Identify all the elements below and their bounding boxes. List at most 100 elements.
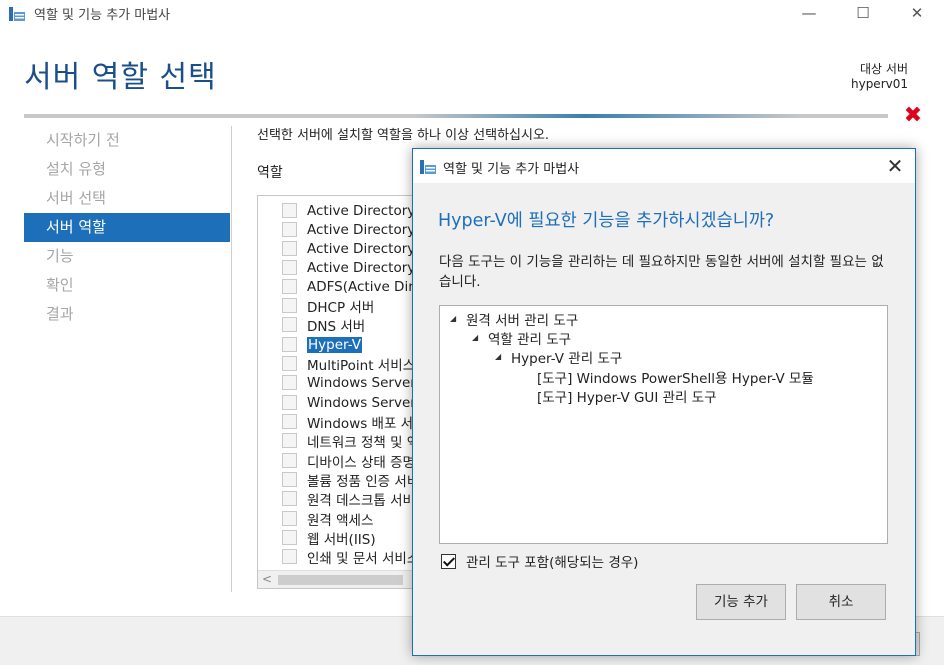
role-checkbox[interactable]	[282, 375, 297, 390]
role-checkbox[interactable]	[282, 260, 297, 275]
features-tree[interactable]: ◢ 원격 서버 관리 도구 ◢ 역할 관리 도구 ◢ Hyper-V 관리 도구 [도…	[439, 305, 888, 544]
add-features-button[interactable]: 기능 추가	[696, 584, 786, 620]
role-checkbox[interactable]	[282, 511, 297, 526]
role-label: Active Directory Domain Services	[307, 221, 416, 238]
nav-item-results[interactable]: 결과	[24, 300, 230, 329]
wizard-steps-nav: 시작하기 전 설치 유형 서버 선택 서버 역할 기능 확인 결과	[24, 126, 230, 329]
dialog-heading: Hyper-V에 필요한 기능을 추가하시겠습니까?	[438, 211, 775, 231]
role-checkbox[interactable]	[282, 549, 297, 564]
window-close-button[interactable]: ✕	[894, 0, 940, 28]
role-item[interactable]: Active Directory Domain Services	[282, 220, 416, 239]
expanded-arrow-icon[interactable]: ◢	[472, 333, 488, 342]
role-checkbox[interactable]	[282, 453, 297, 468]
role-item[interactable]: DHCP 서버	[282, 296, 375, 316]
role-label: Active Directory Certificate Services	[307, 202, 416, 219]
role-checkbox[interactable]	[282, 241, 297, 256]
tree-item-label: Hyper-V 관리 도구	[511, 350, 623, 367]
maximize-button[interactable]: ☐	[840, 0, 886, 28]
role-label: ADFS(Active Directory Rights Management …	[307, 278, 416, 295]
include-management-tools-option[interactable]: 관리 도구 포함(해당되는 경우)	[441, 551, 638, 571]
horizontal-scrollbar[interactable]: <	[258, 570, 416, 588]
tree-item-label: 역할 관리 도구	[488, 331, 572, 348]
role-item[interactable]: 원격 데스크톱 서비스	[282, 489, 417, 509]
role-label: DNS 서버	[307, 318, 366, 335]
nav-item-features[interactable]: 기능	[24, 242, 230, 271]
role-label: 네트워크 정책 및 액세스 서비스	[307, 434, 416, 451]
tree-item-hyper-v-powershell-module[interactable]: [도구] Windows PowerShell용 Hyper-V 모듈	[537, 367, 814, 387]
role-label: Windows 배포 서비스	[307, 415, 416, 432]
dialog-title: 역할 및 기능 추가 마법사	[443, 162, 580, 177]
expanded-arrow-icon[interactable]: ◢	[495, 352, 511, 361]
role-label: 원격 데스크톱 서비스	[307, 492, 417, 509]
role-label-selected: Hyper-V	[307, 336, 363, 353]
role-item[interactable]: Active Directory Lightweight Directory S…	[282, 258, 416, 277]
role-item[interactable]: 네트워크 정책 및 액세스 서비스	[282, 431, 416, 451]
role-item[interactable]: 볼륨 정품 인증 서비스	[282, 470, 416, 490]
role-label: DHCP 서버	[307, 299, 375, 316]
role-item[interactable]: 웹 서버(IIS)	[282, 528, 376, 548]
role-item[interactable]: Windows 배포 서비스	[282, 412, 416, 432]
role-checkbox[interactable]	[282, 530, 297, 545]
minimize-button[interactable]: —	[786, 0, 832, 28]
nav-item-confirmation[interactable]: 확인	[24, 271, 230, 300]
role-item[interactable]: DNS 서버	[282, 315, 366, 335]
tree-item-hyper-v-gui-tools[interactable]: [도구] Hyper-V GUI 관리 도구	[537, 386, 717, 406]
role-checkbox[interactable]	[282, 472, 297, 487]
role-checkbox[interactable]	[282, 203, 297, 218]
page-title: 서버 역할 선택	[24, 60, 217, 95]
tree-item-remote-server-admin-tools[interactable]: ◢ 원격 서버 관리 도구	[450, 309, 579, 329]
scroll-thumb[interactable]	[278, 575, 403, 585]
nav-item-server-roles[interactable]: 서버 역할	[24, 213, 230, 242]
dialog-close-button[interactable]: ✕	[875, 149, 915, 183]
scroll-left-icon[interactable]: <	[262, 572, 272, 586]
tree-item-hyper-v-management-tools[interactable]: ◢ Hyper-V 관리 도구	[495, 347, 623, 367]
expanded-arrow-icon[interactable]: ◢	[450, 314, 466, 323]
role-label: Active Directory Federation Services	[307, 240, 416, 257]
role-label: MultiPoint 서비스	[307, 357, 416, 374]
role-item[interactable]: Active Directory Federation Services	[282, 239, 416, 258]
role-checkbox[interactable]	[282, 491, 297, 506]
nav-item-before-you-begin[interactable]: 시작하기 전	[24, 126, 230, 155]
role-checkbox[interactable]	[282, 317, 297, 332]
role-checkbox[interactable]	[282, 356, 297, 371]
server-manager-icon	[420, 160, 436, 174]
role-item[interactable]: MultiPoint 서비스	[282, 354, 416, 374]
role-item[interactable]: 원격 액세스	[282, 509, 374, 529]
error-notification-icon[interactable]: ✖	[903, 104, 923, 128]
tree-item-role-admin-tools[interactable]: ◢ 역할 관리 도구	[472, 328, 572, 348]
role-checkbox[interactable]	[282, 433, 297, 448]
role-checkbox[interactable]	[282, 395, 297, 410]
progress-divider	[24, 114, 888, 118]
roles-list[interactable]: Active Directory Certificate Services Ac…	[257, 195, 417, 589]
add-features-dialog: 역할 및 기능 추가 마법사 ✕ Hyper-V에 필요한 기능을 추가하시겠습…	[412, 148, 916, 656]
role-checkbox[interactable]	[282, 222, 297, 237]
role-item-hyper-v[interactable]: Hyper-V	[282, 335, 363, 354]
nav-item-installation-type[interactable]: 설치 유형	[24, 155, 230, 184]
role-item[interactable]: Windows Server Update Services	[282, 393, 416, 412]
role-checkbox[interactable]	[282, 337, 297, 352]
tree-item-label: [도구] Windows PowerShell용 Hyper-V 모듈	[537, 370, 814, 387]
server-manager-icon	[9, 7, 25, 21]
role-label: 원격 액세스	[307, 512, 374, 529]
role-item[interactable]: Windows Server Essentials Experience	[282, 373, 416, 392]
role-label: Windows Server Essentials Experience	[307, 374, 416, 391]
role-checkbox[interactable]	[282, 414, 297, 429]
role-label: 볼륨 정품 인증 서비스	[307, 473, 416, 490]
role-item[interactable]: Active Directory Certificate Services	[282, 201, 416, 220]
nav-item-server-selection[interactable]: 서버 선택	[24, 184, 230, 213]
role-label: 디바이스 상태 증명	[307, 454, 415, 471]
destination-server-label: 대상 서버	[860, 62, 908, 76]
include-management-tools-label: 관리 도구 포함(해당되는 경우)	[466, 555, 639, 571]
include-management-tools-checkbox[interactable]	[441, 553, 456, 569]
role-item[interactable]: 디바이스 상태 증명	[282, 451, 415, 471]
role-checkbox[interactable]	[282, 298, 297, 313]
tree-item-label: 원격 서버 관리 도구	[466, 312, 579, 329]
role-label: 인쇄 및 문서 서비스	[307, 550, 417, 567]
role-item[interactable]: 인쇄 및 문서 서비스	[282, 547, 417, 567]
dialog-cancel-button[interactable]: 취소	[796, 584, 886, 620]
tree-item-label: [도구] Hyper-V GUI 관리 도구	[537, 389, 717, 406]
role-item[interactable]: ADFS(Active Directory Rights Management …	[282, 277, 416, 296]
dialog-titlebar: 역할 및 기능 추가 마법사 ✕	[413, 149, 915, 183]
nav-divider	[231, 126, 232, 592]
role-checkbox[interactable]	[282, 279, 297, 294]
